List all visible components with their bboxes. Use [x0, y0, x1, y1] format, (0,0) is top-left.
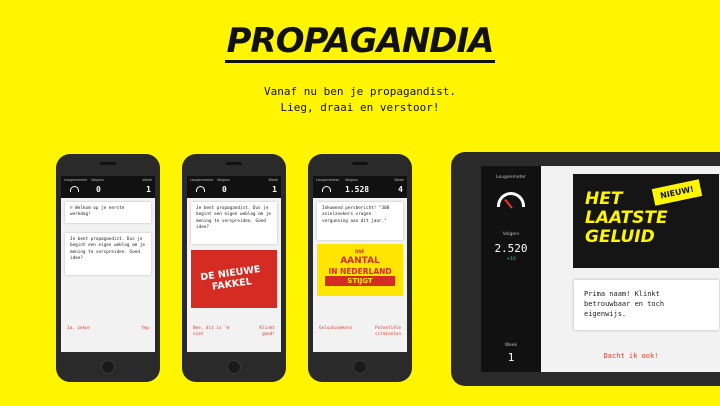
volgers-delta: +10 — [506, 257, 516, 262]
phone-screen: Leugenmeter Volgers 0 Week 1 ☺ Welkom op… — [61, 176, 155, 352]
volgers-label: Volgers — [217, 178, 230, 182]
week-value: 4 — [398, 185, 403, 194]
volgers-label: Volgers — [502, 232, 520, 237]
home-button[interactable] — [227, 360, 241, 374]
volgers-label: Volgers — [91, 178, 104, 182]
tablet: Leugenmeter Volgers 2.520 +10 Week 1 HET… — [451, 152, 720, 386]
phone-speaker — [100, 162, 116, 165]
answer-left-button[interactable]: Geluckzoekers — [319, 326, 353, 332]
tablet-main: HET LAATSTE GELUID NIEUW! Prima naam! Kl… — [541, 166, 720, 372]
phone-3: Leugenmeter Volgers 1.528 Week 4 Inkomen… — [308, 154, 412, 382]
tablet-screen: Leugenmeter Volgers 2.520 +10 Week 1 HET… — [481, 166, 720, 372]
question-card: Je bent propagandist. Dus je begint een … — [191, 202, 277, 244]
tagline-line-1: Vanaf nu ben je propagandist. — [263, 85, 457, 98]
poster-tag: DNF — [355, 249, 365, 254]
week-label: Week — [142, 178, 152, 182]
answer-left-button[interactable]: Ja, zeker — [67, 326, 90, 332]
phone-screen: Leugenmeter Volgers 1.528 Week 4 Inkomen… — [313, 176, 407, 352]
question-card: Je bent propagandist. Dus je begint een … — [65, 233, 151, 275]
answer-right-button[interactable]: Klinkt goed! — [245, 326, 275, 338]
home-button[interactable] — [101, 360, 115, 374]
phone-1: Leugenmeter Volgers 0 Week 1 ☺ Welkom op… — [56, 154, 160, 382]
phone-speaker — [226, 162, 242, 165]
home-button[interactable] — [353, 360, 367, 374]
week-label: Week — [504, 343, 518, 348]
volgers-value: 0 — [222, 185, 227, 194]
leugenmeter-gauge-icon — [196, 186, 205, 192]
volgers-value: 0 — [96, 185, 101, 194]
leugenmeter-gauge-icon — [322, 186, 331, 192]
week-value: 1 — [507, 351, 515, 364]
volgers-value: 1.528 — [345, 185, 370, 194]
answer-button[interactable]: Dacht ik ook! — [541, 352, 720, 360]
poster-line-3: GELUID — [585, 227, 655, 247]
phone-screen: Leugenmeter Volgers 0 Week 1 Je bent pro… — [187, 176, 281, 352]
leugenmeter-label: Leugenmeter — [316, 178, 340, 182]
week-label: Week — [268, 178, 278, 182]
leugenmeter-gauge-icon — [70, 186, 79, 192]
tagline: Vanaf nu ben je propagandist. Lieg, draa… — [0, 84, 720, 116]
stats-bar: Leugenmeter Volgers 0 Week 1 — [61, 176, 155, 198]
week-label: Week — [394, 178, 404, 182]
volgers-label: Volgers — [345, 178, 358, 182]
leugenmeter-label: Leugenmeter — [190, 178, 214, 182]
week-value: 1 — [146, 185, 151, 194]
week-value: 1 — [272, 185, 277, 194]
press-release-card: Inkomend persbericht! "300 asielzoekers … — [317, 202, 403, 240]
leugenmeter-label: Leugenmeter — [495, 175, 527, 180]
poster-line-2: LAATSTE — [585, 208, 668, 228]
leugenmeter-label: Leugenmeter — [64, 178, 88, 182]
poster-aantal-stijgt: DNF AANTAL IN NEDERLAND STIJGT — [317, 244, 403, 296]
poster-text: DE NIEUWE FAKKEL — [200, 264, 263, 294]
volgers-value: 2.520 — [494, 242, 528, 255]
poster-line-3: STIJGT — [325, 276, 395, 286]
poster-line-2: IN NEDERLAND — [328, 267, 392, 276]
leugenmeter-gauge-icon — [497, 192, 525, 207]
logo-text: PROPAGANDIA — [224, 21, 496, 63]
stats-sidebar: Leugenmeter Volgers 2.520 +10 Week 1 — [481, 166, 541, 372]
phone-2: Leugenmeter Volgers 0 Week 1 Je bent pro… — [182, 154, 286, 382]
stats-bar: Leugenmeter Volgers 1.528 Week 4 — [313, 176, 407, 198]
answer-right-button[interactable]: Potentiële criminelen — [365, 326, 401, 338]
message-card: ☺ Welkom op je eerste werkdag! — [65, 202, 151, 223]
poster-de-nieuwe-fakkel: DE NIEUWE FAKKEL — [191, 250, 277, 308]
phone-speaker — [352, 162, 368, 165]
stats-bar: Leugenmeter Volgers 0 Week 1 — [187, 176, 281, 198]
answer-right-button[interactable]: Yep — [141, 326, 149, 332]
poster-line-1: AANTAL — [340, 256, 380, 266]
logo: PROPAGANDIA — [0, 22, 720, 63]
response-card: Prima naam! Klinkt betrouwbaar en toch e… — [574, 280, 719, 330]
answer-left-button[interactable]: Nee, dit is 'm niet — [193, 326, 237, 338]
tagline-line-2: Lieg, draai en verstoor! — [280, 101, 440, 114]
